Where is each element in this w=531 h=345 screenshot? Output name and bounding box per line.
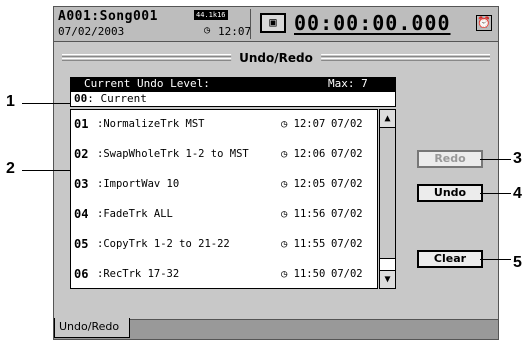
scroll-up-arrow-icon[interactable]: ▲: [380, 110, 395, 128]
undo-history-list: 01 :NormalizeTrk MST ◷ 12:07 07/02 02 :S…: [70, 109, 378, 289]
item-time: ◷ 11:50: [281, 264, 325, 284]
clock-icon: ◷: [281, 238, 294, 250]
item-name: :FadeTrk ALL: [97, 208, 173, 220]
item-time: ◷ 11:55: [281, 234, 325, 254]
item-date: 07/02: [331, 268, 363, 280]
callout-3-line: [480, 159, 511, 160]
header-divider: [250, 9, 251, 39]
item-date: 07/02: [331, 238, 363, 250]
item-time-value: 12:07: [293, 118, 326, 130]
list-item[interactable]: 06 :RecTrk 17-32 ◷ 11:50 07/02: [71, 264, 377, 284]
current-undo-level-label: Current Undo Level:: [84, 77, 210, 90]
page-title-band: Undo/Redo: [62, 49, 490, 67]
callout-2-line: [22, 170, 70, 171]
list-item[interactable]: 04 :FadeTrk ALL ◷ 11:56 07/02: [71, 204, 377, 224]
date-display: 07/02/2003: [58, 25, 125, 38]
list-header: Current Undo Level: Max: 7: [70, 77, 396, 91]
meter-icon[interactable]: ▣: [260, 13, 286, 33]
list-item[interactable]: 02 :SwapWholeTrk 1-2 to MST ◷ 12:06 07/0…: [71, 144, 377, 164]
status-header: A001:Song001 44.1k16 07/02/2003 ◷ 12:07 …: [54, 7, 498, 42]
clock-icon: ◷: [281, 118, 294, 130]
item-date: 07/02: [331, 208, 363, 220]
tab-undo-redo[interactable]: Undo/Redo: [54, 318, 130, 338]
page-title: Undo/Redo: [231, 49, 321, 67]
item-number: 02: [74, 147, 89, 161]
item-date: 07/02: [331, 148, 363, 160]
item-date: 07/02: [331, 178, 363, 190]
item-number: 06: [74, 267, 89, 281]
callout-4: 4: [513, 185, 522, 202]
item-number: 04: [74, 207, 89, 221]
item-time-value: 11:55: [293, 238, 326, 250]
time-display: 12:07: [218, 25, 252, 38]
current-level-name: : Current: [87, 92, 147, 105]
callout-3: 3: [513, 150, 522, 167]
item-name: :RecTrk 17-32: [97, 268, 180, 280]
item-time: ◷ 12:07: [281, 114, 325, 134]
current-level-row[interactable]: 00: Current: [70, 91, 396, 107]
callout-5: 5: [513, 254, 522, 271]
item-name: :CopyTrk 1-2 to 21-22: [97, 238, 230, 250]
callout-2: 2: [6, 160, 15, 177]
max-label: Max: 7: [328, 77, 368, 90]
item-time-value: 11:56: [293, 208, 326, 220]
list-scrollbar[interactable]: ▲ ▼: [379, 109, 396, 289]
current-level-number: 00: [74, 92, 88, 105]
callout-5-line: [480, 259, 511, 260]
list-item[interactable]: 01 :NormalizeTrk MST ◷ 12:07 07/02: [71, 114, 377, 134]
item-number: 03: [74, 177, 89, 191]
time-counter: 00:00:00.000: [294, 11, 451, 35]
list-item[interactable]: 03 :ImportWav 10 ◷ 12:05 07/02: [71, 174, 377, 194]
undo-redo-screen: A001:Song001 44.1k16 07/02/2003 ◷ 12:07 …: [53, 6, 499, 340]
clock-icon: ◷: [281, 268, 294, 280]
callout-1: 1: [6, 93, 15, 110]
clock-icon: ◷: [204, 25, 211, 36]
undo-button[interactable]: Undo: [417, 184, 483, 202]
alarm-clock-icon[interactable]: ⏰: [476, 15, 492, 31]
item-time: ◷ 11:56: [281, 204, 325, 224]
item-name: :ImportWav 10: [97, 178, 180, 190]
tab-strip: Undo/Redo: [54, 318, 498, 339]
scroll-down-arrow-icon[interactable]: ▼: [380, 270, 395, 288]
item-number: 01: [74, 117, 89, 131]
item-name: :SwapWholeTrk 1-2 to MST: [97, 148, 249, 160]
item-number: 05: [74, 237, 89, 251]
clear-button[interactable]: Clear: [417, 250, 483, 268]
list-item[interactable]: 05 :CopyTrk 1-2 to 21-22 ◷ 11:55 07/02: [71, 234, 377, 254]
item-time: ◷ 12:06: [281, 144, 325, 164]
item-date: 07/02: [331, 118, 363, 130]
scrollbar-thumb[interactable]: [380, 128, 395, 259]
format-badge: 44.1k16: [194, 10, 228, 20]
callout-4-line: [480, 193, 511, 194]
song-name: A001:Song001: [58, 9, 158, 24]
clock-icon: ◷: [281, 178, 294, 190]
item-time-value: 12:05: [293, 178, 326, 190]
redo-button[interactable]: Redo: [417, 150, 483, 168]
item-time: ◷ 12:05: [281, 174, 325, 194]
clock-icon: ◷: [281, 148, 294, 160]
callout-1-line: [22, 103, 70, 104]
item-name: :NormalizeTrk MST: [97, 118, 205, 130]
item-time-value: 12:06: [293, 148, 326, 160]
clock-icon: ◷: [281, 208, 294, 220]
item-time-value: 11:50: [293, 268, 326, 280]
